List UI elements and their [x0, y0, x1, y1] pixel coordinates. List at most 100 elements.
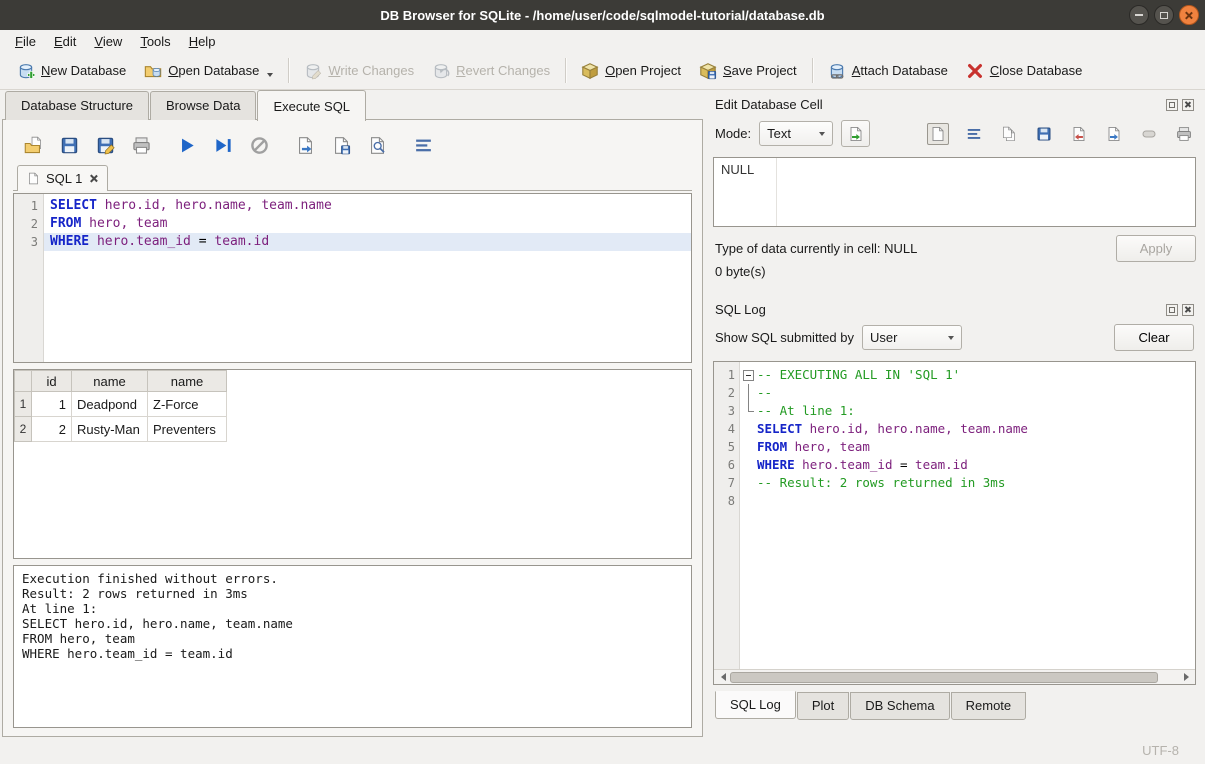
fold-collapse-icon[interactable]	[740, 366, 755, 384]
sql-tab[interactable]: SQL 1	[17, 165, 108, 191]
row-header[interactable]: 2	[15, 417, 32, 442]
table-row: 2 2 Rusty-Man Preventers	[15, 417, 227, 442]
tab-execute-sql[interactable]: Execute SQL	[257, 90, 366, 121]
menubar: File Edit View Tools Help	[0, 30, 1205, 52]
sql-tab-label: SQL 1	[46, 171, 82, 186]
export-results-button[interactable]	[293, 133, 317, 157]
close-panel-icon[interactable]	[1182, 99, 1194, 111]
table-row: 1 1 Deadpond Z-Force	[15, 392, 227, 417]
clear-log-button[interactable]: Clear	[1114, 324, 1194, 351]
toolbar-separator	[288, 58, 289, 83]
column-header-name[interactable]: name	[72, 371, 148, 392]
cell-team[interactable]: Z-Force	[148, 392, 227, 417]
float-panel-icon[interactable]	[1166, 304, 1178, 316]
open-project-button[interactable]: Open Project	[572, 57, 690, 85]
menu-file[interactable]: File	[6, 32, 45, 51]
editor-current-line-text: WHERE hero.team_id = team.id	[44, 233, 691, 251]
message-line: WHERE hero.team_id = team.id	[22, 646, 683, 661]
tab-db-schema[interactable]: DB Schema	[850, 692, 949, 720]
log-filter-label: Show SQL submitted by	[715, 330, 854, 345]
message-line: Execution finished without errors.	[22, 571, 683, 586]
save-results-view-icon	[332, 136, 351, 155]
cell-name[interactable]: Rusty-Man	[72, 417, 148, 442]
tab-browse-data[interactable]: Browse Data	[150, 91, 256, 120]
row-header[interactable]: 1	[15, 392, 32, 417]
apply-data-button[interactable]	[841, 120, 870, 147]
cell-editor[interactable]: NULL	[713, 157, 1196, 227]
open-database-dropdown-icon[interactable]	[267, 73, 273, 77]
menu-edit[interactable]: Edit	[45, 32, 85, 51]
set-null-icon	[1141, 126, 1157, 142]
tab-remote[interactable]: Remote	[951, 692, 1027, 720]
mode-select[interactable]: Text	[759, 121, 833, 146]
revert-changes-button[interactable]: Revert Changes	[423, 57, 559, 85]
new-database-button[interactable]: New Database	[8, 57, 135, 85]
float-panel-icon[interactable]	[1166, 99, 1178, 111]
attach-database-button[interactable]: Attach Database	[819, 57, 957, 85]
column-header-id[interactable]: id	[32, 371, 72, 392]
cell-team[interactable]: Preventers	[148, 417, 227, 442]
save-sql-file-button[interactable]	[57, 133, 81, 157]
text-mode-button[interactable]	[927, 123, 949, 145]
save-project-button[interactable]: Save Project	[690, 57, 806, 85]
close-sql-tab-icon[interactable]	[88, 174, 98, 184]
column-header-name2[interactable]: name	[148, 371, 227, 392]
save-results-view-button[interactable]	[329, 133, 353, 157]
main-toolbar: New Database Open Database Write Changes…	[0, 52, 1205, 90]
close-button[interactable]	[1179, 5, 1199, 25]
menu-view[interactable]: View	[85, 32, 131, 51]
close-database-button[interactable]: Close Database	[957, 57, 1092, 85]
stop-icon	[250, 136, 269, 155]
import-cell-button[interactable]	[1069, 124, 1089, 144]
word-wrap-button[interactable]	[411, 133, 435, 157]
cell-id[interactable]: 1	[32, 392, 72, 417]
execution-message[interactable]: Execution finished without errors. Resul…	[13, 565, 692, 728]
titlebar: DB Browser for SQLite - /home/user/code/…	[0, 0, 1205, 30]
print-cell-button[interactable]	[1174, 124, 1194, 144]
maximize-button[interactable]	[1154, 5, 1174, 25]
open-database-button[interactable]: Open Database	[135, 57, 282, 85]
open-sql-file-button[interactable]	[21, 133, 45, 157]
results-grid[interactable]: id name name 1 1 Deadpond Z-Force 2 2 Ru…	[13, 369, 692, 559]
copy-icon	[1001, 126, 1017, 142]
right-dock: Edit Database Cell Mode: Text	[705, 90, 1205, 737]
cell-id[interactable]: 2	[32, 417, 72, 442]
scroll-left-icon[interactable]	[716, 671, 730, 684]
sql-log-view[interactable]: 1-- EXECUTING ALL IN 'SQL 1' 2-- 3-- At …	[713, 361, 1196, 685]
execute-current-line-button[interactable]	[211, 133, 235, 157]
minimize-button[interactable]	[1129, 5, 1149, 25]
log-filter-select[interactable]: User	[862, 325, 962, 350]
save-cell-button[interactable]	[1034, 124, 1054, 144]
editor-line-text: FROM hero, team	[44, 215, 691, 233]
print-button[interactable]	[129, 133, 153, 157]
mode-label: Mode:	[715, 126, 751, 141]
scrollbar-thumb[interactable]	[730, 672, 1158, 683]
export-cell-button[interactable]	[1104, 124, 1124, 144]
stop-button[interactable]	[247, 133, 271, 157]
cell-name[interactable]: Deadpond	[72, 392, 148, 417]
tab-plot[interactable]: Plot	[797, 692, 849, 720]
log-hscrollbar[interactable]	[714, 669, 1195, 684]
find-replace-button[interactable]	[365, 133, 389, 157]
word-wrap-cell-button[interactable]	[964, 124, 984, 144]
copy-cell-button[interactable]	[999, 124, 1019, 144]
execute-current-line-icon	[214, 136, 233, 155]
write-changes-button[interactable]: Write Changes	[295, 57, 423, 85]
results-corner[interactable]	[15, 371, 32, 392]
close-panel-icon[interactable]	[1182, 304, 1194, 316]
tab-database-structure[interactable]: Database Structure	[5, 91, 149, 120]
sql-editor[interactable]: 1 SELECT hero.id, hero.name, team.name 2…	[13, 193, 692, 363]
new-database-icon	[17, 62, 35, 80]
save-sql-file-as-button[interactable]	[93, 133, 117, 157]
scroll-right-icon[interactable]	[1179, 671, 1193, 684]
set-null-button[interactable]	[1139, 124, 1159, 144]
fold-guide	[740, 402, 755, 420]
menu-tools[interactable]: Tools	[131, 32, 179, 51]
apply-button[interactable]: Apply	[1116, 235, 1196, 262]
tab-sql-log[interactable]: SQL Log	[715, 691, 796, 719]
execute-all-button[interactable]	[175, 133, 199, 157]
sql-tab-bar: SQL 1	[13, 162, 692, 191]
menu-help[interactable]: Help	[180, 32, 225, 51]
minimize-icon	[1135, 14, 1143, 16]
save-icon	[1036, 126, 1052, 142]
